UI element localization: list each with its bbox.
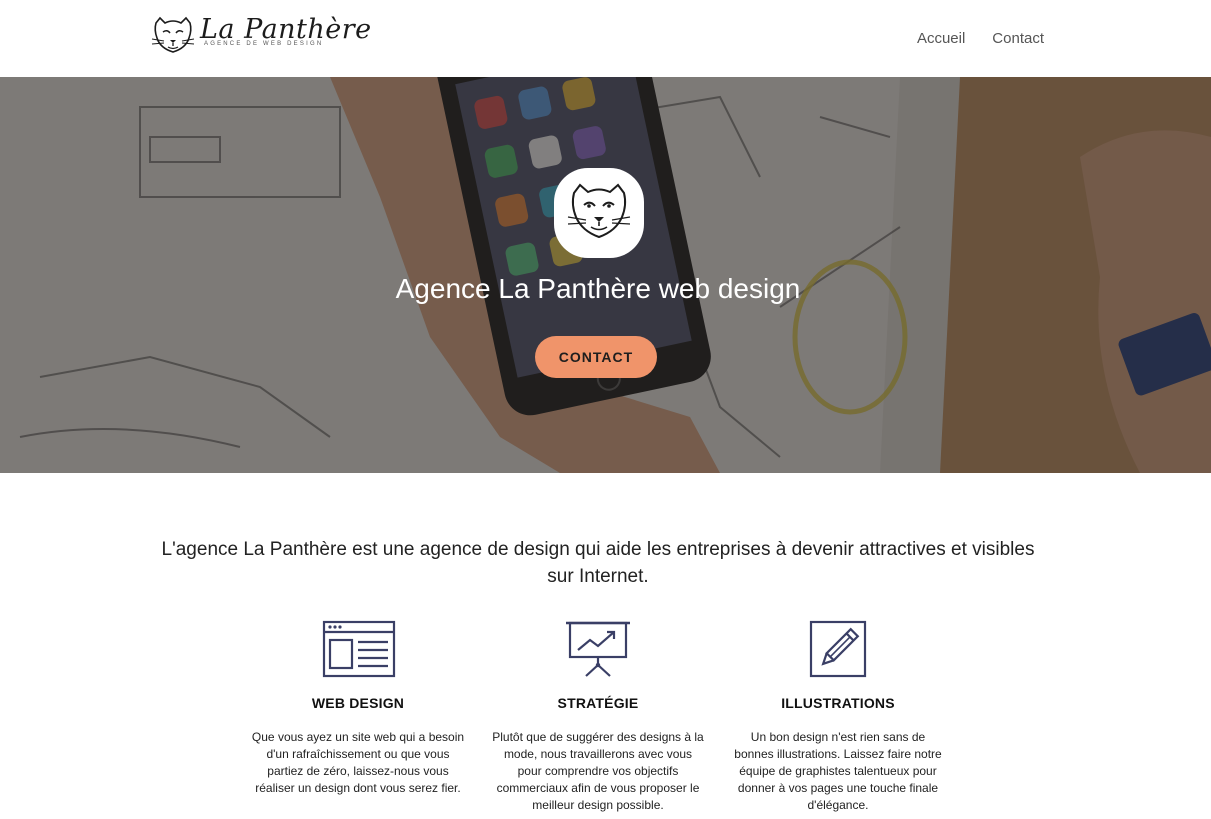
service-title: STRATÉGIE xyxy=(557,695,639,711)
presentation-chart-icon xyxy=(566,621,630,677)
panther-logo-icon xyxy=(151,16,195,53)
hero-contact-button[interactable]: CONTACT xyxy=(535,336,657,378)
service-description: Plutôt que de suggérer des designs à la … xyxy=(492,730,704,812)
hero-title: Agence La Panthère web design xyxy=(395,273,801,304)
browser-window-icon xyxy=(322,620,396,678)
nav-link-accueil[interactable]: Accueil xyxy=(917,30,965,47)
hero-section: Agence La Panthère web design CONTACT xyxy=(0,77,1211,473)
service-strategie: STRATÉGIE Plutôt que de suggérer des des… xyxy=(483,620,713,814)
service-description: Que vous ayez un site web qui a besoin d… xyxy=(251,730,465,795)
nav-link-contact[interactable]: Contact xyxy=(992,30,1044,47)
service-description: Un bon design n'est rien sans de bonnes … xyxy=(734,730,942,812)
brand-tagline: AGENCE DE WEB DESIGN xyxy=(204,41,324,47)
main-nav: Accueil Contact xyxy=(917,30,1044,47)
service-title: ILLUSTRATIONS xyxy=(781,695,895,711)
intro-text: L'agence La Panthère est une agence de d… xyxy=(161,539,1035,587)
hero-logo-badge xyxy=(554,168,644,258)
service-web-design: WEB DESIGN Que vous ayez un site web qui… xyxy=(243,620,473,797)
service-title: WEB DESIGN xyxy=(311,695,405,711)
pencil-square-icon xyxy=(809,620,867,678)
site-header: La Panthère AGENCE DE WEB DESIGN Accueil… xyxy=(0,0,1211,77)
service-illustrations: ILLUSTRATIONS Un bon design n'est rien s… xyxy=(723,620,953,814)
site-logo[interactable]: La Panthère AGENCE DE WEB DESIGN xyxy=(150,12,371,62)
panther-head-icon xyxy=(567,183,631,239)
